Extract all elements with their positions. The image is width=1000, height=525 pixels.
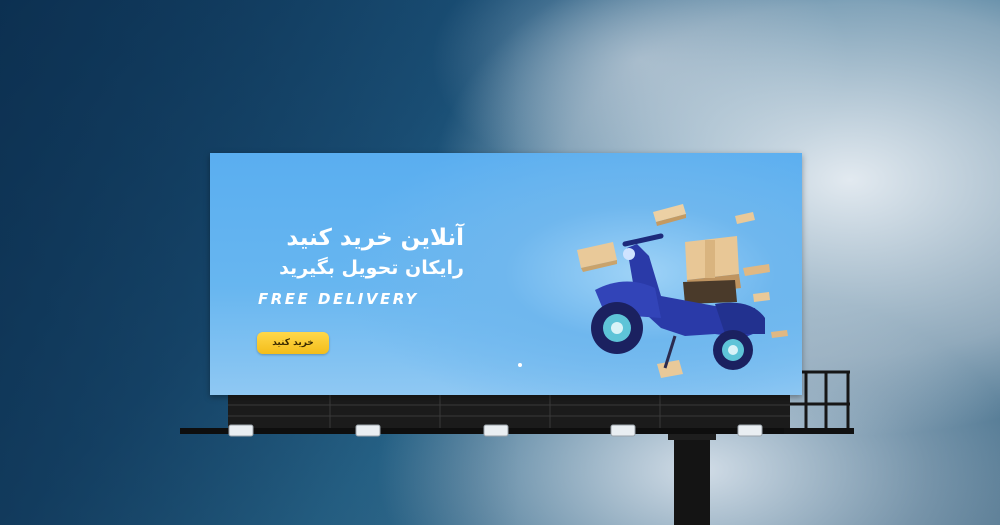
scooter-icon xyxy=(577,204,788,378)
billboard-panel: آنلاین خرید کنید رایکان تحویل بگیرید FRE… xyxy=(210,153,802,395)
carousel-dot xyxy=(518,363,522,367)
buy-button[interactable]: خرید کنید xyxy=(257,332,329,354)
box-icon xyxy=(577,242,617,272)
box-icon xyxy=(653,204,686,226)
headline: آنلاین خرید کنید xyxy=(286,225,464,251)
free-delivery-tagline: FREE DELIVERY xyxy=(258,290,419,308)
subline: رایکان تحویل بگیرید xyxy=(279,257,464,279)
